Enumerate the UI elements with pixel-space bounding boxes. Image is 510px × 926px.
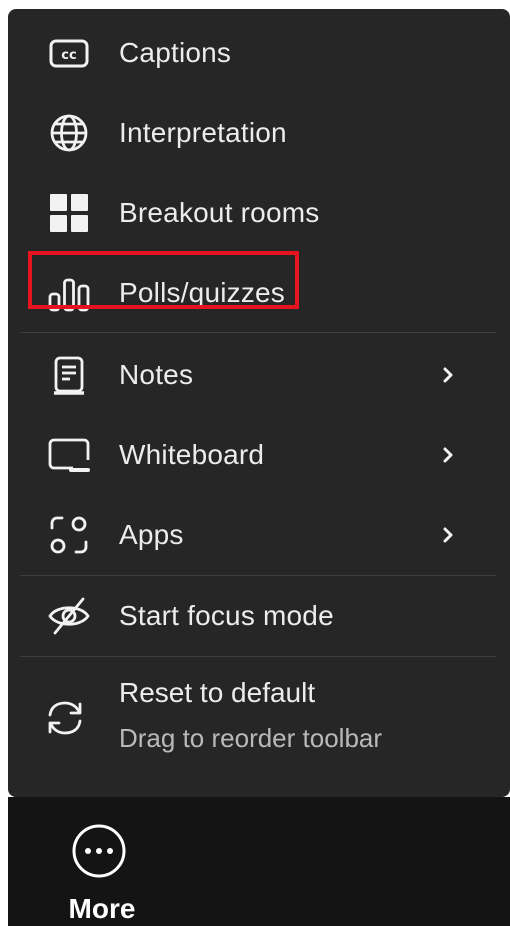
more-menu: cc Captions Interpretation Breakout room… <box>8 9 510 797</box>
menu-item-captions[interactable]: cc Captions <box>8 17 510 89</box>
menu-item-interpretation[interactable]: Interpretation <box>8 97 510 169</box>
grid-icon <box>46 190 92 236</box>
eye-slash-icon <box>46 593 92 639</box>
more-button[interactable]: More <box>52 817 152 926</box>
menu-item-label: Interpretation <box>119 117 287 148</box>
divider <box>20 575 496 576</box>
menu-item-whiteboard[interactable]: Whiteboard <box>8 419 510 491</box>
bar-chart-icon <box>46 270 92 316</box>
menu-item-label: Breakout rooms <box>119 197 320 228</box>
reset-title: Reset to default <box>119 677 316 708</box>
reset-subtitle: Drag to reorder toolbar <box>119 723 383 753</box>
divider <box>20 656 496 657</box>
globe-icon <box>46 110 92 156</box>
chevron-right-icon <box>436 363 460 387</box>
divider <box>20 332 496 333</box>
cc-icon: cc <box>46 30 92 76</box>
svg-text:cc: cc <box>61 48 76 63</box>
menu-item-notes[interactable]: Notes <box>8 339 510 411</box>
ellipsis-circle-icon <box>71 823 127 879</box>
more-label: More <box>68 893 136 924</box>
menu-item-label: Polls/quizzes <box>119 277 286 308</box>
bottom-toolbar: More <box>8 797 510 926</box>
menu-item-start-focus-mode[interactable]: Start focus mode <box>8 580 510 652</box>
menu-item-label: Whiteboard <box>119 439 265 470</box>
menu-item-label: Start focus mode <box>119 600 334 631</box>
whiteboard-icon <box>46 432 92 478</box>
menu-item-breakout-rooms[interactable]: Breakout rooms <box>8 177 510 249</box>
chevron-right-icon <box>436 523 460 547</box>
menu-item-label: Captions <box>119 37 232 68</box>
menu-item-label: Apps <box>119 519 184 550</box>
apps-icon <box>46 512 92 558</box>
reset-to-default-button[interactable]: Reset to default Drag to reorder toolbar <box>8 667 510 767</box>
menu-item-label: Notes <box>119 359 194 390</box>
refresh-icon <box>40 693 90 743</box>
menu-item-apps[interactable]: Apps <box>8 499 510 571</box>
menu-item-polls-quizzes[interactable]: Polls/quizzes <box>8 257 510 329</box>
notes-icon <box>46 352 92 398</box>
chevron-right-icon <box>436 443 460 467</box>
